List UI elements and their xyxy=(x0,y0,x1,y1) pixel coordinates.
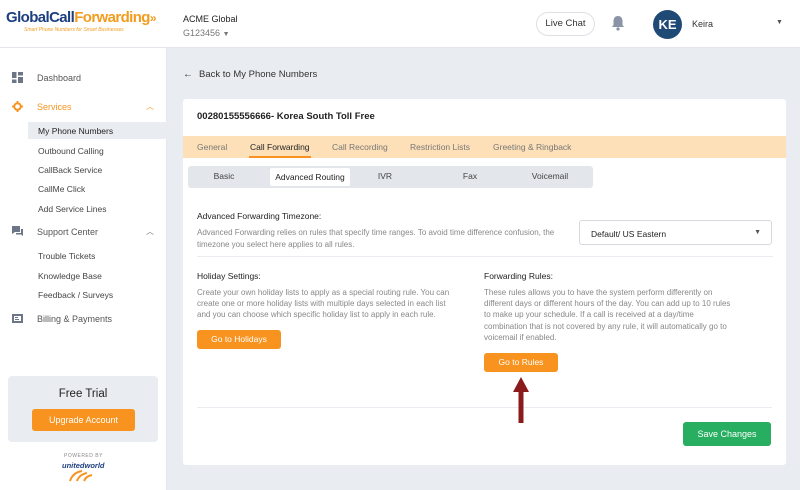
timezone-text-line: timezone you select here applies to all … xyxy=(197,240,355,249)
upgrade-account-button[interactable]: Upgrade Account xyxy=(32,409,135,431)
billing-icon xyxy=(12,314,23,323)
brand-logo[interactable]: GlobalCallForwarding» Smart Phone Number… xyxy=(6,9,162,34)
sidebar-item-label: CallBack Service xyxy=(38,165,103,175)
svg-text:unitedworld: unitedworld xyxy=(62,461,105,470)
sidebar-item-services[interactable]: Services ︿ xyxy=(0,97,167,117)
logo-accent-text: Forwarding xyxy=(74,9,150,26)
avatar[interactable]: KE xyxy=(653,10,682,39)
active-tab-indicator xyxy=(249,156,311,158)
back-link-label: Back to My Phone Numbers xyxy=(199,69,318,80)
rules-text-line: These rules allows you to have the syste… xyxy=(484,288,713,297)
save-changes-button[interactable]: Save Changes xyxy=(683,422,771,446)
tab-call-recording[interactable]: Call Recording xyxy=(332,142,388,152)
free-trial-title: Free Trial xyxy=(58,388,108,400)
divider xyxy=(197,256,773,257)
sidebar-item-outbound-calling[interactable]: Outbound Calling xyxy=(28,142,167,159)
logo-main-text: GlobalCall xyxy=(6,9,75,26)
sidebar-item-label: CallMe Click xyxy=(38,184,86,194)
account-number: G123456 xyxy=(183,28,221,38)
sidebar-item-label: Services xyxy=(37,102,72,112)
subtab-voicemail[interactable]: Voicemail xyxy=(510,171,590,181)
tab-restriction-lists[interactable]: Restriction Lists xyxy=(410,142,470,152)
top-header: GlobalCallForwarding» Smart Phone Number… xyxy=(0,0,800,48)
sidebar-item-label: Support Center xyxy=(37,227,99,237)
timezone-title: Advanced Forwarding Timezone: xyxy=(197,211,322,221)
caret-down-icon: ▼ xyxy=(754,229,761,236)
sidebar-item-trouble-tickets[interactable]: Trouble Tickets xyxy=(28,247,167,264)
sidebar-item-label: Add Service Lines xyxy=(38,204,107,214)
go-to-rules-button[interactable]: Go to Rules xyxy=(484,353,558,372)
chevron-up-icon: ︿ xyxy=(146,227,154,236)
sidebar-item-knowledge-base[interactable]: Knowledge Base xyxy=(28,267,167,284)
account-switcher[interactable]: ACME Global G123456 ▼ xyxy=(183,14,238,38)
sidebar-item-feedback-surveys[interactable]: Feedback / Surveys xyxy=(28,286,167,303)
chat-icon xyxy=(12,226,23,236)
user-name[interactable]: Keira xyxy=(692,19,713,29)
arrows-icon: » xyxy=(149,11,157,25)
sidebar-item-billing[interactable]: Billing & Payments xyxy=(0,309,167,329)
bell-icon[interactable] xyxy=(611,15,625,31)
page-title: 00280155556666- Korea South Toll Free xyxy=(197,111,375,122)
phone-number-card: 00280155556666- Korea South Toll Free Ge… xyxy=(183,99,786,465)
rules-text-line: different days or different hours of the… xyxy=(484,299,731,308)
sidebar-item-callme-click[interactable]: CallMe Click xyxy=(28,180,167,197)
arrow-left-icon: ← xyxy=(183,69,193,80)
gear-icon xyxy=(12,101,23,112)
subtab-advanced-routing[interactable]: Advanced Routing xyxy=(270,168,350,186)
powered-by-label: POWERED BY xyxy=(64,453,103,459)
free-trial-panel: Free Trial Upgrade Account xyxy=(8,376,158,442)
caret-down-icon: ▼ xyxy=(222,31,230,38)
unitedworld-logo: unitedworld xyxy=(62,461,105,482)
tab-greeting-ringback[interactable]: Greeting & Ringback xyxy=(493,142,571,152)
caret-down-icon[interactable]: ▼ xyxy=(776,19,783,26)
subtab-basic[interactable]: Basic xyxy=(188,171,260,181)
rules-text-line: to make up your schedule. If a call is r… xyxy=(484,310,694,319)
main-tabs: General Call Forwarding Call Recording R… xyxy=(183,136,786,158)
sidebar-item-dashboard[interactable]: Dashboard xyxy=(0,68,167,88)
live-chat-button[interactable]: Live Chat xyxy=(536,12,595,36)
subtab-ivr[interactable]: IVR xyxy=(350,171,420,181)
forwarding-rules-title: Forwarding Rules: xyxy=(484,271,553,281)
logo-tagline: Smart Phone Numbers for Smart Businesses xyxy=(24,27,124,33)
sidebar-item-label: My Phone Numbers xyxy=(38,126,114,136)
arrow-up-icon xyxy=(513,377,529,423)
sub-tabs: Basic Advanced Routing IVR Fax Voicemail xyxy=(188,166,593,188)
holiday-text-line: Create your own holiday lists to apply a… xyxy=(197,288,450,297)
holiday-text-line: and you can choose which specific holida… xyxy=(197,310,436,319)
sidebar-item-callback-service[interactable]: CallBack Service xyxy=(28,161,167,178)
timezone-select-value: Default/ US Eastern xyxy=(591,229,667,239)
sidebar-item-label: Feedback / Surveys xyxy=(38,290,114,300)
dashboard-icon xyxy=(12,72,23,83)
holiday-text-line: create one or more holiday lists with mu… xyxy=(197,299,446,308)
sidebar-item-label: Trouble Tickets xyxy=(38,251,96,261)
rules-text-line: combination that is not covered by any r… xyxy=(484,322,727,331)
go-to-holidays-button[interactable]: Go to Holidays xyxy=(197,330,281,349)
holiday-settings-title: Holiday Settings: xyxy=(197,271,261,281)
sidebar-item-label: Knowledge Base xyxy=(38,271,102,281)
sidebar-item-label: Outbound Calling xyxy=(38,146,104,156)
sidebar-item-label: Dashboard xyxy=(37,73,82,83)
sidebar-item-support-center[interactable]: Support Center ︿ xyxy=(0,222,167,242)
tab-call-forwarding[interactable]: Call Forwarding xyxy=(250,142,310,152)
timezone-text-line: Advanced Forwarding relies on rules that… xyxy=(197,228,555,237)
account-name: ACME Global xyxy=(183,14,238,24)
chevron-up-icon: ︿ xyxy=(146,102,154,111)
sidebar-item-add-service-lines[interactable]: Add Service Lines xyxy=(28,200,167,217)
rules-text-line: voicemail if enabled. xyxy=(484,333,557,342)
back-link[interactable]: ← Back to My Phone Numbers xyxy=(183,69,317,80)
tab-general[interactable]: General xyxy=(197,142,227,152)
divider xyxy=(197,407,772,408)
timezone-select[interactable]: Default/ US Eastern ▼ xyxy=(579,220,772,245)
subtab-fax[interactable]: Fax xyxy=(430,171,510,181)
sidebar-item-label: Billing & Payments xyxy=(37,314,113,324)
sidebar-item-my-phone-numbers[interactable]: My Phone Numbers xyxy=(28,122,167,139)
